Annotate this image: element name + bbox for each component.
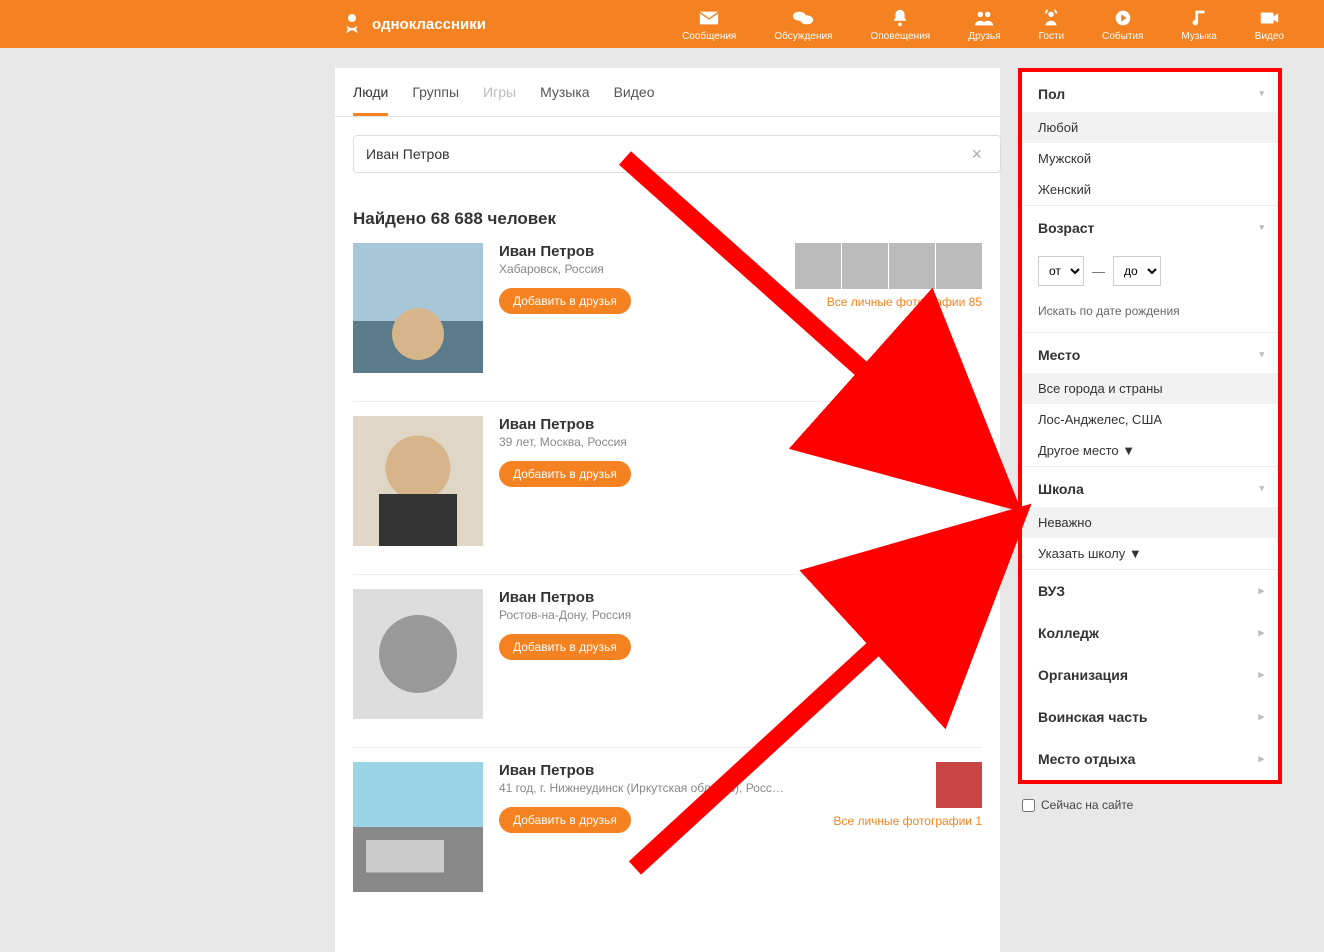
filter-college[interactable]: Колледж▸ <box>1022 612 1278 654</box>
thumb[interactable] <box>936 762 982 808</box>
filter-sidebar: Пол ▾ Любой Мужской Женский Возраст ▾ от —… <box>1018 68 1282 952</box>
all-photos-link[interactable]: Все личные фотографии 85 <box>795 295 982 309</box>
search-tabs: Люди Группы Игры Музыка Видео <box>335 68 1000 117</box>
chevron-right-icon: ▸ <box>1258 668 1264 681</box>
events-icon <box>1112 7 1134 29</box>
filter-option[interactable]: Мужской <box>1022 143 1278 174</box>
result-row: Иван Петров Ростов-на-Дону, Россия Добав… <box>353 589 982 748</box>
chevron-right-icon: ▸ <box>1258 752 1264 765</box>
filter-org[interactable]: Организация▸ <box>1022 654 1278 696</box>
avatar[interactable] <box>353 762 483 892</box>
results-count: Найдено 68 688 человек <box>353 209 982 229</box>
clear-icon[interactable]: × <box>971 144 982 165</box>
content: Люди Группы Игры Музыка Видео × Найдено … <box>335 48 1295 952</box>
chevron-right-icon: ▸ <box>1258 626 1264 639</box>
tab-video[interactable]: Видео <box>614 68 655 116</box>
topbar: одноклассники Сообщения Обсуждения Опове… <box>0 0 1324 48</box>
nav-video[interactable]: Видео <box>1255 7 1284 42</box>
add-friend-button[interactable]: Добавить в друзья <box>499 461 631 487</box>
thumb[interactable] <box>936 243 982 289</box>
chevron-right-icon: ▸ <box>1258 710 1264 723</box>
friends-icon <box>973 7 995 29</box>
result-subtitle: 39 лет, Москва, Россия <box>499 435 982 449</box>
filter-option[interactable]: Неважно <box>1022 507 1278 538</box>
below-filter: Сейчас на сайте <box>1018 784 1282 816</box>
bell-icon <box>889 7 911 29</box>
nav-discussions[interactable]: Обсуждения <box>774 7 832 42</box>
result-row: Иван Петров Хабаровск, Россия Добавить в… <box>353 243 982 402</box>
thumb[interactable] <box>889 243 935 289</box>
video-icon <box>1258 7 1280 29</box>
add-friend-button[interactable]: Добавить в друзья <box>499 807 631 833</box>
filter-option[interactable]: Любой <box>1022 112 1278 143</box>
top-nav: Сообщения Обсуждения Оповещения Друзья Г… <box>682 7 1304 42</box>
main-column: Люди Группы Игры Музыка Видео × Найдено … <box>335 48 1000 952</box>
tab-music[interactable]: Музыка <box>540 68 590 116</box>
chat-icon <box>792 7 814 29</box>
chevron-right-icon: ▸ <box>1258 584 1264 597</box>
logo-icon <box>340 11 364 38</box>
filter-age: Возраст ▾ от — до Искать по дате рождения <box>1022 206 1278 333</box>
nav-music[interactable]: Музыка <box>1181 7 1216 42</box>
search-by-birthday-link[interactable]: Искать по дате рождения <box>1022 296 1278 332</box>
tab-groups[interactable]: Группы <box>412 68 459 116</box>
checkbox[interactable] <box>1022 799 1035 812</box>
chevron-down-icon: ▾ <box>1259 349 1264 360</box>
filter-option[interactable]: Указать школу ▼ <box>1022 538 1278 569</box>
tab-games[interactable]: Игры <box>483 68 516 116</box>
logo[interactable]: одноклассники <box>340 11 486 38</box>
filter-card: Пол ▾ Любой Мужской Женский Возраст ▾ от —… <box>1018 68 1282 784</box>
logo-text: одноклассники <box>372 16 486 33</box>
tab-people[interactable]: Люди <box>353 68 388 116</box>
result-thumbs: Все личные фотографии 85 <box>795 243 982 309</box>
result-row: Иван Петров 39 лет, Москва, Россия Добав… <box>353 416 982 575</box>
online-now-checkbox[interactable]: Сейчас на сайте <box>1022 794 1282 816</box>
thumb[interactable] <box>795 243 841 289</box>
chevron-down-icon: ▾ <box>1259 222 1264 233</box>
filter-option[interactable]: Другое место ▼ <box>1022 435 1278 466</box>
result-thumbs: Все личные фотографии 1 <box>833 762 982 828</box>
filter-military[interactable]: Воинская часть▸ <box>1022 696 1278 738</box>
filter-title: Пол <box>1038 86 1065 102</box>
chevron-down-icon: ▾ <box>1259 483 1264 494</box>
filter-vuz[interactable]: ВУЗ▸ <box>1022 570 1278 612</box>
filter-vacation[interactable]: Место отдыха▸ <box>1022 738 1278 780</box>
age-to-select[interactable]: до <box>1113 256 1161 286</box>
age-from-select[interactable]: от <box>1038 256 1084 286</box>
nav-friends[interactable]: Друзья <box>968 7 1000 42</box>
result-subtitle: Ростов-на-Дону, Россия <box>499 608 982 622</box>
nav-notifications[interactable]: Оповещения <box>870 7 930 42</box>
avatar[interactable] <box>353 243 483 373</box>
filter-title: Возраст <box>1038 220 1094 236</box>
filter-title: Место <box>1038 347 1080 363</box>
add-friend-button[interactable]: Добавить в друзья <box>499 288 631 314</box>
result-row: Иван Петров 41 год, г. Нижнеудинск (Ирку… <box>353 762 982 920</box>
result-name[interactable]: Иван Петров <box>499 589 982 606</box>
nav-events[interactable]: События <box>1102 7 1143 42</box>
result-name[interactable]: Иван Петров <box>499 416 982 433</box>
filter-option[interactable]: Лос-Анджелес, США <box>1022 404 1278 435</box>
chevron-down-icon: ▾ <box>1259 88 1264 99</box>
avatar[interactable] <box>353 589 483 719</box>
music-icon <box>1188 7 1210 29</box>
results: Найдено 68 688 человек Иван Петров Хабар… <box>335 191 1000 952</box>
filter-school: Школа ▾ Неважно Указать школу ▼ <box>1022 467 1278 570</box>
filter-gender: Пол ▾ Любой Мужской Женский <box>1022 72 1278 206</box>
guests-icon <box>1040 7 1062 29</box>
nav-guests[interactable]: Гости <box>1039 7 1064 42</box>
filter-option[interactable]: Все города и страны <box>1022 373 1278 404</box>
all-photos-link[interactable]: Все личные фотографии 1 <box>833 814 982 828</box>
add-friend-button[interactable]: Добавить в друзья <box>499 634 631 660</box>
dash: — <box>1092 264 1105 279</box>
thumb[interactable] <box>842 243 888 289</box>
envelope-icon <box>698 7 720 29</box>
nav-messages[interactable]: Сообщения <box>682 7 736 42</box>
search-input[interactable] <box>353 135 1001 173</box>
filter-place: Место ▾ Все города и страны Лос-Анджелес,… <box>1022 333 1278 467</box>
filter-title: Школа <box>1038 481 1084 497</box>
avatar[interactable] <box>353 416 483 546</box>
search-box: × <box>335 117 1000 191</box>
filter-option[interactable]: Женский <box>1022 174 1278 205</box>
